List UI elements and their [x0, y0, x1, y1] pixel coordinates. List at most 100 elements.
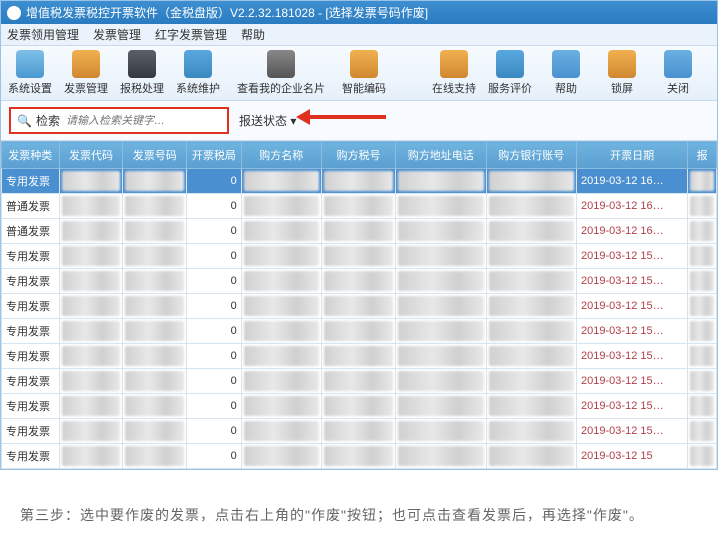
- table-row[interactable]: 专用发票 0 2019-03-12 15…: [2, 244, 717, 269]
- toolbar-智能编码[interactable]: 智能编码: [341, 50, 387, 96]
- cell-redacted: [486, 444, 577, 469]
- help-icon: [552, 50, 580, 78]
- table-row[interactable]: 专用发票 0 2019-03-12 15…: [2, 294, 717, 319]
- menu-帮助[interactable]: 帮助: [241, 28, 265, 42]
- instruction-text: 第三步：选中要作废的发票，点击右上角的"作废"按钮；也可点击查看发票后，再选择"…: [0, 470, 718, 551]
- col-购方名称[interactable]: 购方名称: [241, 142, 321, 169]
- cell-date: 2019-03-12 15…: [577, 244, 688, 269]
- toolbar-label: 帮助: [555, 80, 577, 96]
- table-row[interactable]: 专用发票 0 2019-03-12 15…: [2, 269, 717, 294]
- cell-redacted: [688, 319, 717, 344]
- cell-redacted: [486, 294, 577, 319]
- close-icon: [664, 50, 692, 78]
- col-报[interactable]: 报: [688, 142, 717, 169]
- col-购方地址电话[interactable]: 购方地址电话: [395, 142, 486, 169]
- cell-redacted: [395, 319, 486, 344]
- cell-redacted: [321, 244, 395, 269]
- table-row[interactable]: 专用发票 0 2019-03-12 15…: [2, 419, 717, 444]
- cell-redacted: [241, 369, 321, 394]
- cell-tax: 0: [187, 344, 242, 369]
- table-row[interactable]: 专用发票 0 2019-03-12 15…: [2, 369, 717, 394]
- col-发票号码[interactable]: 发票号码: [123, 142, 187, 169]
- cell-type: 专用发票: [2, 294, 60, 319]
- cell-redacted: [59, 219, 123, 244]
- col-发票代码[interactable]: 发票代码: [59, 142, 123, 169]
- cell-redacted: [486, 419, 577, 444]
- cell-type: 专用发票: [2, 269, 60, 294]
- col-开票税局[interactable]: 开票税局: [187, 142, 242, 169]
- toolbar-label: 报税处理: [120, 80, 164, 96]
- cell-redacted: [241, 194, 321, 219]
- gear-icon: [16, 50, 44, 78]
- cell-redacted: [395, 369, 486, 394]
- tablet-icon: [128, 50, 156, 78]
- cell-date: 2019-03-12 16…: [577, 169, 688, 194]
- col-开票日期[interactable]: 开票日期: [577, 142, 688, 169]
- table-row[interactable]: 普通发票 0 2019-03-12 16…: [2, 194, 717, 219]
- mag-icon: [267, 50, 295, 78]
- menu-红字发票管理[interactable]: 红字发票管理: [155, 28, 227, 42]
- menu-发票领用管理[interactable]: 发票领用管理: [7, 28, 79, 42]
- table-row[interactable]: 专用发票 0 2019-03-12 15…: [2, 344, 717, 369]
- cell-redacted: [395, 444, 486, 469]
- cell-redacted: [688, 294, 717, 319]
- cell-redacted: [688, 419, 717, 444]
- cell-redacted: [688, 194, 717, 219]
- table-row[interactable]: 专用发票 0 2019-03-12 15: [2, 444, 717, 469]
- cell-redacted: [395, 194, 486, 219]
- cell-redacted: [321, 444, 395, 469]
- col-购方银行账号[interactable]: 购方银行账号: [486, 142, 577, 169]
- toolbar-关闭[interactable]: 关闭: [655, 50, 701, 96]
- toolbar-锁屏[interactable]: 锁屏: [599, 50, 645, 96]
- cell-tax: 0: [187, 394, 242, 419]
- cell-redacted: [59, 319, 123, 344]
- toolbar-在线支持[interactable]: 在线支持: [431, 50, 477, 96]
- folder-icon: [184, 50, 212, 78]
- cell-redacted: [59, 369, 123, 394]
- report-status-label[interactable]: 报送状态 ▾: [239, 112, 296, 129]
- cell-date: 2019-03-12 15…: [577, 294, 688, 319]
- col-购方税号[interactable]: 购方税号: [321, 142, 395, 169]
- cell-redacted: [123, 294, 187, 319]
- table-row[interactable]: 专用发票 0 2019-03-12 15…: [2, 319, 717, 344]
- toolbar-label: 智能编码: [342, 80, 386, 96]
- cell-redacted: [395, 344, 486, 369]
- toolbar-系统维护[interactable]: 系统维护: [175, 50, 221, 96]
- table-row[interactable]: 普通发票 0 2019-03-12 16…: [2, 219, 717, 244]
- toolbar: 系统设置发票管理报税处理系统维护查看我的企业名片智能编码 在线支持服务评价帮助 锁屏…: [1, 46, 717, 101]
- cell-type: 普通发票: [2, 194, 60, 219]
- cell-date: 2019-03-12 15…: [577, 319, 688, 344]
- menu-bar: 发票领用管理发票管理红字发票管理帮助: [1, 24, 717, 46]
- invoice-table[interactable]: 发票种类发票代码发票号码开票税局购方名称购方税号购方地址电话购方银行账号开票日期…: [1, 141, 717, 469]
- toolbar-帮助[interactable]: 帮助: [543, 50, 589, 96]
- cell-redacted: [59, 419, 123, 444]
- cell-redacted: [395, 244, 486, 269]
- person-icon: [440, 50, 468, 78]
- toolbar-查看我的企业名片[interactable]: 查看我的企业名片: [231, 50, 331, 96]
- cell-type: 专用发票: [2, 394, 60, 419]
- cell-redacted: [241, 219, 321, 244]
- cell-redacted: [486, 244, 577, 269]
- toolbar-label: 系统设置: [8, 80, 52, 96]
- col-发票种类[interactable]: 发票种类: [2, 142, 60, 169]
- cell-redacted: [123, 369, 187, 394]
- table-row[interactable]: 专用发票 0 2019-03-12 15…: [2, 394, 717, 419]
- cell-tax: 0: [187, 369, 242, 394]
- menu-发票管理[interactable]: 发票管理: [93, 28, 141, 42]
- search-box[interactable]: 🔍 检索: [9, 107, 229, 134]
- toolbar-服务评价[interactable]: 服务评价: [487, 50, 533, 96]
- cell-redacted: [321, 319, 395, 344]
- cell-type: 专用发票: [2, 419, 60, 444]
- cell-redacted: [486, 269, 577, 294]
- table-row[interactable]: 专用发票 0 2019-03-12 16…: [2, 169, 717, 194]
- cell-tax: 0: [187, 244, 242, 269]
- cell-tax: 0: [187, 169, 242, 194]
- toolbar-发票管理[interactable]: 发票管理: [63, 50, 109, 96]
- search-input[interactable]: [66, 115, 196, 127]
- cell-redacted: [123, 419, 187, 444]
- cell-redacted: [321, 369, 395, 394]
- cell-redacted: [123, 319, 187, 344]
- toolbar-系统设置[interactable]: 系统设置: [7, 50, 53, 96]
- toolbar-报税处理[interactable]: 报税处理: [119, 50, 165, 96]
- cell-tax: 0: [187, 294, 242, 319]
